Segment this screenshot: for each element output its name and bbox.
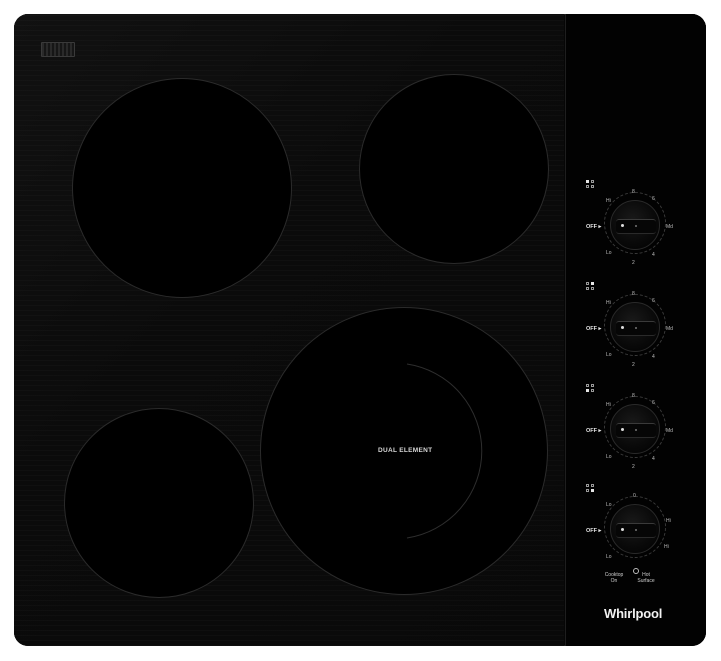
burner-indicator-icon — [586, 484, 598, 496]
model-plate-icon — [41, 42, 75, 57]
burner-indicator-icon — [586, 282, 598, 294]
dial-label-lo: Lo — [606, 454, 612, 460]
dial-label-4: 4 — [652, 354, 655, 360]
control-knob-4[interactable] — [610, 504, 660, 554]
off-label: OFF ▸ — [586, 528, 602, 534]
dial-label-8: 8 — [632, 189, 635, 195]
hot-surface-label: Hot Surface — [637, 572, 655, 584]
control-panel: Hi 8 6 Md 4 2 Lo OFF ▸ Hi 8 6 Md 4 2 Lo … — [565, 14, 706, 646]
dial-label-8: 8 — [632, 291, 635, 297]
control-knob-3[interactable] — [610, 404, 660, 454]
burner-indicator-icon — [586, 384, 598, 396]
knob-group-4: 0 Lo Hi Lo Hi OFF ▸ — [566, 484, 706, 584]
knob-group-3: Hi 8 6 Md 4 2 Lo OFF ▸ — [566, 384, 706, 484]
dial-label-6: 6 — [652, 196, 655, 202]
dial-label-md: Md — [666, 224, 673, 230]
dial-label-6: 6 — [652, 400, 655, 406]
dial-label-4: 4 — [652, 252, 655, 258]
dial-label-lo: Lo — [606, 352, 612, 358]
dial-label-0: 0 — [633, 493, 636, 499]
control-knob-2[interactable] — [610, 302, 660, 352]
dial-label-hi: Hi — [606, 198, 611, 204]
dial-label-lo: Lo — [606, 250, 612, 256]
glass-surface: DUAL ELEMENT — [14, 14, 564, 646]
knob-group-2: Hi 8 6 Md 4 2 Lo OFF ▸ — [566, 282, 706, 382]
burner-left-rear — [72, 78, 292, 298]
dial-label-md: Md — [666, 326, 673, 332]
burner-right-rear — [359, 74, 549, 264]
dial-label-lo: Lo — [606, 554, 612, 560]
burner-left-front — [64, 408, 254, 598]
dial-label-6: 6 — [652, 298, 655, 304]
off-label: OFF ▸ — [586, 326, 602, 332]
control-knob-1[interactable] — [610, 200, 660, 250]
dial-label-2: 2 — [632, 464, 635, 470]
dial-label-hi-bottom: Hi — [664, 544, 669, 550]
cooktop-on-label: Cooktop On — [604, 572, 624, 584]
dial-label-2: 2 — [632, 362, 635, 368]
dial-label-hi: Hi — [666, 518, 671, 524]
dial-label-8: 8 — [632, 393, 635, 399]
dial-label-4: 4 — [652, 456, 655, 462]
dial-label-2: 2 — [632, 260, 635, 266]
dial-label-lo-top: Lo — [606, 502, 612, 508]
off-label: OFF ▸ — [586, 224, 602, 230]
dial-label-hi: Hi — [606, 402, 611, 408]
knob-group-1: Hi 8 6 Md 4 2 Lo OFF ▸ — [566, 180, 706, 280]
dial-label-hi: Hi — [606, 300, 611, 306]
burner-indicator-icon — [586, 180, 598, 192]
cooktop: DUAL ELEMENT Hi 8 6 Md 4 2 Lo OFF ▸ Hi 8… — [14, 14, 706, 646]
dual-element-label: DUAL ELEMENT — [378, 447, 433, 454]
whirlpool-logo: Whirlpool — [604, 606, 663, 621]
off-label: OFF ▸ — [586, 428, 602, 434]
dial-label-md: Md — [666, 428, 673, 434]
